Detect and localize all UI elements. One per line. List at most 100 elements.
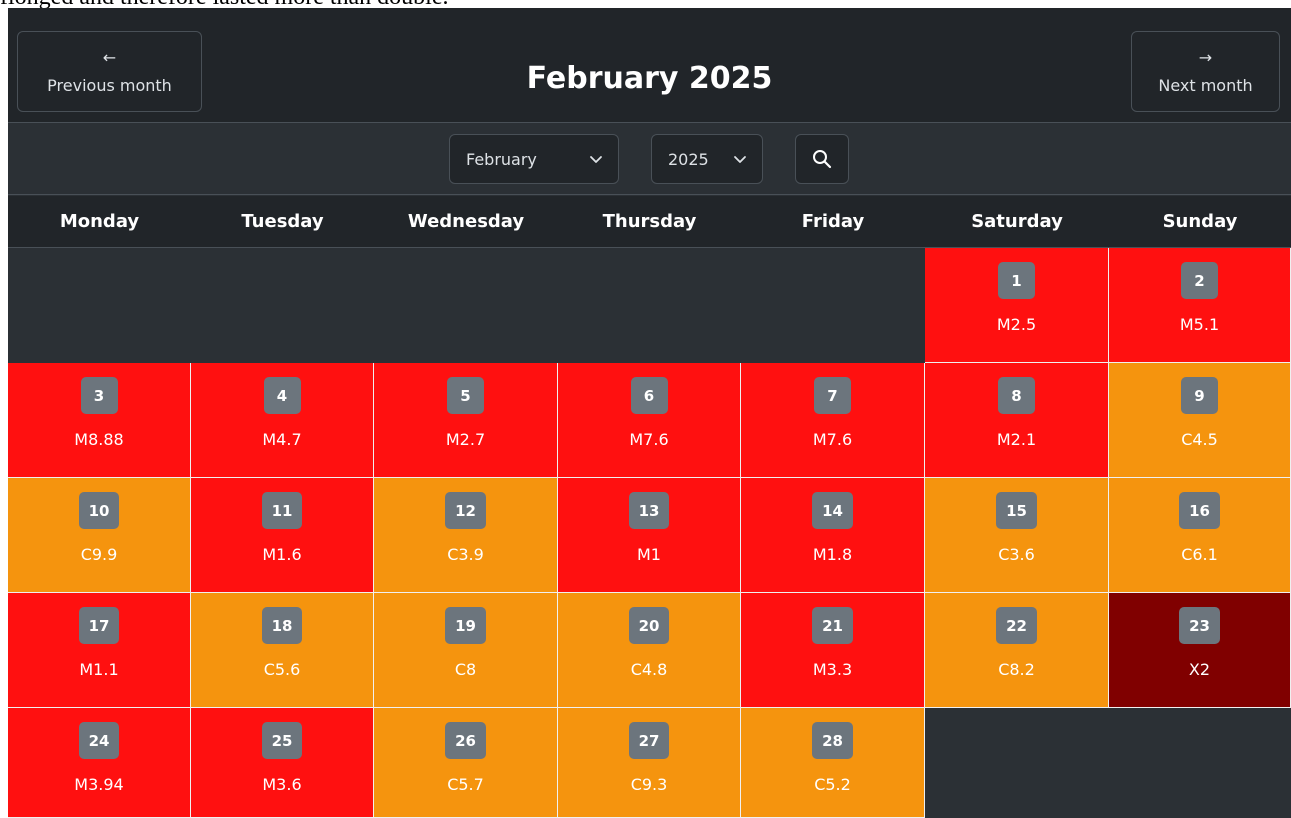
- chevron-down-icon: [734, 156, 746, 163]
- day-cell[interactable]: 21 M3.3: [741, 593, 925, 708]
- empty-day-cell: [741, 248, 925, 363]
- day-number-badge[interactable]: 7: [814, 377, 851, 414]
- flare-class-label: C3.9: [447, 545, 484, 564]
- day-cell[interactable]: 20 C4.8: [558, 593, 741, 708]
- day-number-badge[interactable]: 19: [445, 607, 486, 644]
- empty-day-cell: [558, 248, 741, 363]
- flare-class-label: M2.1: [996, 430, 1037, 449]
- empty-day-cell: [925, 708, 1109, 818]
- search-icon: [813, 150, 832, 169]
- day-cell[interactable]: 26 C5.7: [374, 708, 558, 818]
- flare-class-label: X2: [1188, 660, 1211, 679]
- day-number-badge[interactable]: 22: [996, 607, 1037, 644]
- flare-class-label: M7.6: [629, 430, 669, 449]
- day-cell[interactable]: 23 X2: [1109, 593, 1291, 708]
- flare-class-label: M2.5: [996, 315, 1037, 334]
- day-cell[interactable]: 8 M2.1: [925, 363, 1109, 478]
- day-number-badge[interactable]: 23: [1179, 607, 1220, 644]
- day-cell[interactable]: 12 C3.9: [374, 478, 558, 593]
- day-number-badge[interactable]: 18: [261, 607, 303, 644]
- day-number-badge[interactable]: 27: [628, 722, 670, 759]
- day-cell[interactable]: 13 M1: [558, 478, 741, 593]
- weekday-saturday: Saturday: [971, 211, 1063, 232]
- day-number-badge[interactable]: 9: [1181, 377, 1218, 414]
- flare-class-label: M3.94: [74, 775, 124, 794]
- day-number-badge[interactable]: 24: [78, 722, 120, 759]
- flare-class-label: M3.6: [262, 775, 302, 794]
- flare-class-label: M7.6: [812, 430, 853, 449]
- weekday-tuesday: Tuesday: [241, 211, 324, 232]
- day-cell[interactable]: 14 M1.8: [741, 478, 925, 593]
- empty-day-cell: [8, 248, 191, 363]
- day-cell[interactable]: 17 M1.1: [8, 593, 191, 708]
- flare-class-label: M1.1: [79, 660, 119, 679]
- day-cell[interactable]: 2 M5.1: [1109, 248, 1291, 363]
- day-number-badge[interactable]: 1: [998, 262, 1035, 299]
- flare-class-label: M8.88: [74, 430, 124, 449]
- next-month-button[interactable]: → Next month: [1131, 31, 1280, 112]
- flare-class-label: C5.6: [263, 660, 301, 679]
- day-cell[interactable]: 16 C6.1: [1109, 478, 1291, 593]
- day-number-badge[interactable]: 14: [812, 492, 853, 529]
- day-number-badge[interactable]: 26: [445, 722, 486, 759]
- page-title: February 2025: [526, 61, 773, 96]
- flare-class-label: C4.5: [1181, 430, 1218, 449]
- day-cell[interactable]: 7 M7.6: [741, 363, 925, 478]
- weekday-wednesday: Wednesday: [407, 211, 525, 232]
- day-cell[interactable]: 10 C9.9: [8, 478, 191, 593]
- day-cell[interactable]: 5 M2.7: [374, 363, 558, 478]
- flare-class-label: C5.2: [814, 775, 851, 794]
- flare-class-label: M2.7: [445, 430, 486, 449]
- day-cell[interactable]: 27 C9.3: [558, 708, 741, 818]
- day-cell[interactable]: 9 C4.5: [1109, 363, 1291, 478]
- month-select[interactable]: February: [449, 134, 619, 184]
- day-number-badge[interactable]: 2: [1181, 262, 1218, 299]
- flare-class-label: M5.1: [1179, 315, 1220, 334]
- next-month-label: Next month: [1158, 76, 1253, 95]
- day-cell[interactable]: 24 M3.94: [8, 708, 191, 818]
- day-cell[interactable]: 15 C3.6: [925, 478, 1109, 593]
- day-cell[interactable]: 6 M7.6: [558, 363, 741, 478]
- day-number-badge[interactable]: 5: [447, 377, 484, 414]
- day-number-badge[interactable]: 12: [445, 492, 486, 529]
- flare-class-label: C6.1: [1181, 545, 1218, 564]
- flare-class-label: C8: [454, 660, 477, 679]
- day-number-badge[interactable]: 21: [812, 607, 853, 644]
- flare-class-label: C5.7: [447, 775, 484, 794]
- empty-day-cell: [1109, 708, 1291, 818]
- day-cell[interactable]: 4 M4.7: [191, 363, 374, 478]
- flare-class-label: C9.9: [80, 545, 118, 564]
- day-cell[interactable]: 22 C8.2: [925, 593, 1109, 708]
- day-number-badge[interactable]: 25: [261, 722, 303, 759]
- arrow-right-icon: →: [1198, 48, 1213, 67]
- calendar-header: ← Previous month February 2025 → Next mo…: [8, 8, 1291, 123]
- day-number-badge[interactable]: 3: [80, 377, 118, 414]
- day-number-badge[interactable]: 28: [812, 722, 853, 759]
- weekday-friday: Friday: [801, 211, 865, 232]
- day-cell[interactable]: 19 C8: [374, 593, 558, 708]
- month-select-value: February: [466, 149, 537, 169]
- search-button[interactable]: [795, 134, 849, 184]
- weekday-header-row: Monday Tuesday Wednesday Thursday Friday…: [8, 196, 1291, 248]
- flare-class-label: M1: [637, 545, 661, 564]
- day-cell[interactable]: 11 M1.6: [191, 478, 374, 593]
- day-cell[interactable]: 1 M2.5: [925, 248, 1109, 363]
- day-cell[interactable]: 3 M8.88: [8, 363, 191, 478]
- day-cell[interactable]: 25 M3.6: [191, 708, 374, 818]
- day-number-badge[interactable]: 16: [1179, 492, 1220, 529]
- day-number-badge[interactable]: 8: [998, 377, 1035, 414]
- weekday-monday: Monday: [59, 211, 140, 232]
- day-number-badge[interactable]: 6: [630, 377, 668, 414]
- day-number-badge[interactable]: 17: [78, 607, 120, 644]
- day-number-badge[interactable]: 20: [628, 607, 670, 644]
- flare-class-label: C9.3: [630, 775, 668, 794]
- day-number-badge[interactable]: 4: [263, 377, 301, 414]
- day-number-badge[interactable]: 10: [78, 492, 120, 529]
- day-number-badge[interactable]: 13: [628, 492, 670, 529]
- day-number-badge[interactable]: 15: [996, 492, 1037, 529]
- day-cell[interactable]: 28 C5.2: [741, 708, 925, 818]
- day-number-badge[interactable]: 11: [261, 492, 303, 529]
- day-cell[interactable]: 18 C5.6: [191, 593, 374, 708]
- flare-class-label: M1.8: [812, 545, 853, 564]
- year-select[interactable]: 2025: [651, 134, 763, 184]
